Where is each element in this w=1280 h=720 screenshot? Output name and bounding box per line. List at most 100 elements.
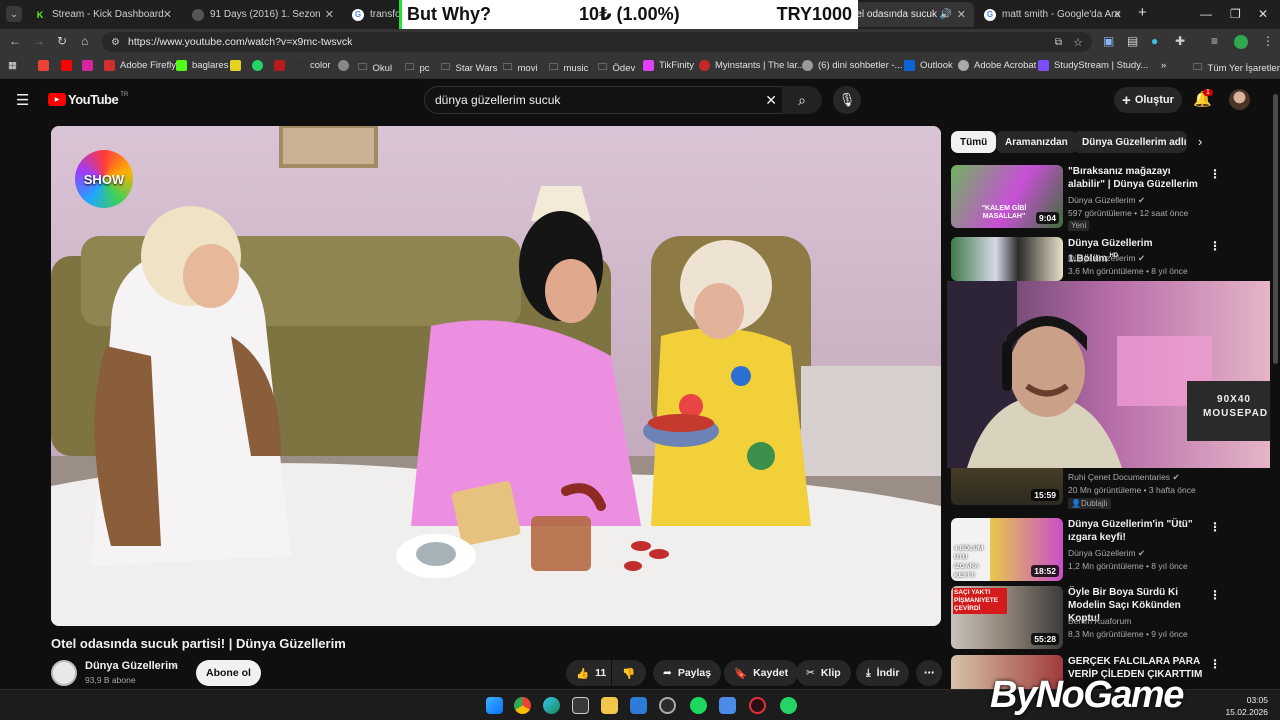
voice-search-button[interactable]: 🎙 bbox=[833, 86, 861, 114]
bookmark-instagram-icon[interactable] bbox=[82, 60, 98, 71]
store-icon[interactable] bbox=[572, 697, 589, 714]
spotify-icon[interactable] bbox=[690, 697, 707, 714]
chrome-icon[interactable] bbox=[514, 697, 531, 714]
account-avatar[interactable] bbox=[1229, 89, 1250, 110]
media-icon[interactable]: ≡ bbox=[1211, 34, 1218, 48]
page-scrollbar[interactable] bbox=[1271, 80, 1280, 689]
valorant-icon[interactable] bbox=[749, 697, 766, 714]
dislike-button[interactable]: 👎 bbox=[612, 660, 646, 686]
channel-avatar[interactable] bbox=[51, 660, 77, 686]
close-icon[interactable]: ✕ bbox=[163, 8, 172, 21]
bookmark-odev[interactable]: 🗀 Ödev bbox=[598, 60, 635, 76]
clip-button[interactable]: ✂ Klip bbox=[796, 660, 851, 686]
speaker-icon[interactable]: 🔊 bbox=[940, 9, 952, 20]
file-explorer-icon[interactable] bbox=[601, 697, 618, 714]
bookmark-movi[interactable]: 🗀 movi bbox=[503, 60, 538, 76]
chip-from-search[interactable]: Aramanızdan bbox=[996, 131, 1077, 153]
close-icon[interactable]: ✕ bbox=[957, 8, 966, 21]
bookmark-baglares[interactable]: baglares bbox=[176, 60, 228, 71]
like-button[interactable]: 👍 11 bbox=[566, 660, 611, 686]
channel-name[interactable]: Dünya Güzellerim bbox=[85, 660, 178, 672]
tab-google-search[interactable]: G matt smith - Google'da Ara ✕ bbox=[976, 2, 1130, 27]
profile-avatar[interactable] bbox=[1234, 35, 1248, 49]
bookmark-pc[interactable]: 🗀 pc bbox=[405, 60, 430, 76]
bookmark-color[interactable]: color bbox=[294, 60, 331, 71]
extensions-puzzle-icon[interactable]: ✚ bbox=[1175, 34, 1185, 48]
bookmarks-overflow-icon[interactable]: » bbox=[1161, 60, 1166, 71]
youtube-logo[interactable]: ▶ YouTube TR bbox=[48, 92, 128, 107]
extension-icon[interactable]: ▤ bbox=[1127, 34, 1138, 48]
tab-91-days[interactable]: 91 Days (2016) 1. Sezon 1. Bölüm ✕ bbox=[184, 2, 342, 27]
bookmark-okul[interactable]: 🗀 Okul bbox=[358, 60, 392, 76]
apps-grid-icon[interactable]: ▦ bbox=[8, 60, 17, 71]
save-button[interactable]: 🔖 Kaydet bbox=[724, 660, 799, 686]
obs-icon[interactable] bbox=[659, 697, 676, 714]
close-icon[interactable]: ✕ bbox=[325, 8, 334, 21]
bookmark-whatsapp-icon[interactable] bbox=[252, 60, 268, 71]
maximize-button[interactable]: ❐ bbox=[1230, 7, 1241, 21]
edge-icon[interactable] bbox=[543, 697, 560, 714]
window-close-button[interactable]: ✕ bbox=[1258, 7, 1268, 21]
more-options-icon[interactable]: ⋮ bbox=[1209, 588, 1221, 602]
bookmark-music[interactable]: 🗀 music bbox=[549, 60, 588, 76]
more-options-icon[interactable]: ⋮ bbox=[1209, 239, 1221, 253]
translate-icon[interactable]: ▣ bbox=[1103, 34, 1114, 48]
more-actions-button[interactable]: ⋯ bbox=[916, 660, 942, 686]
bookmark-tikfinity[interactable]: TikFinity bbox=[643, 60, 694, 71]
bookmark-adobe-firefly[interactable]: Adobe Firefly bbox=[104, 60, 176, 71]
video-thumbnail[interactable] bbox=[951, 237, 1063, 281]
new-tab-button[interactable]: + bbox=[1138, 4, 1147, 21]
share-button[interactable]: ➦ Paylaş bbox=[653, 660, 722, 686]
bookmark-all[interactable]: 🗀 Tüm Yer İşaretleri bbox=[1193, 60, 1280, 76]
chip-all[interactable]: Tümü bbox=[951, 131, 997, 153]
back-icon[interactable]: ← bbox=[9, 34, 21, 48]
bookmark-adobe-acrobat[interactable]: Adobe Acrobat bbox=[958, 60, 1036, 71]
tab-transform[interactable]: G transform bbox=[344, 2, 400, 27]
bookmark-star-wars[interactable]: 🗀 Star Wars bbox=[441, 60, 497, 76]
forward-icon[interactable]: → bbox=[33, 34, 45, 48]
clear-search-icon[interactable]: ✕ bbox=[765, 92, 777, 109]
site-info-icon[interactable]: ⚙ bbox=[111, 37, 120, 48]
more-options-icon[interactable]: ⋮ bbox=[1209, 657, 1221, 671]
search-button[interactable]: ⌕ bbox=[782, 86, 822, 114]
home-icon[interactable]: ⌂ bbox=[81, 34, 88, 48]
address-bar[interactable]: ⚙ https://www.youtube.com/watch?v=x9mc-t… bbox=[102, 32, 1092, 52]
app-icon[interactable] bbox=[719, 697, 736, 714]
video-thumbnail[interactable]: 4.BÖLÜM ÜTÜ IZGARA KEYFİ! 18:52 bbox=[951, 518, 1063, 581]
bookmark-studystream[interactable]: StudyStream | Study... bbox=[1038, 60, 1148, 71]
windows-start-icon[interactable] bbox=[486, 697, 503, 714]
extension-icon[interactable]: ● bbox=[1151, 34, 1158, 48]
menu-kebab-icon[interactable]: ⋮ bbox=[1262, 34, 1274, 48]
bookmark-dini-sohbetler[interactable]: (6) dini sohbetler -... bbox=[802, 60, 902, 71]
bookmark-gmail-icon[interactable] bbox=[38, 60, 54, 71]
scrollbar-thumb[interactable] bbox=[1273, 94, 1278, 364]
video-thumbnail[interactable]: SAÇI YAKTI PİŞMANIYETE ÇEVİRDİ 55:28 bbox=[951, 586, 1063, 649]
more-options-icon[interactable]: ⋮ bbox=[1209, 167, 1221, 181]
chip-channel[interactable]: Dünya Güzellerim adlı yü bbox=[1073, 131, 1187, 153]
bookmark-s-icon[interactable] bbox=[230, 60, 246, 71]
subscribe-button[interactable]: Abone ol bbox=[196, 660, 261, 686]
recommended-video[interactable]: SAÇI YAKTI PİŞMANIYETE ÇEVİRDİ 55:28 Öyl… bbox=[951, 586, 1261, 650]
tab-search-icon[interactable]: ⌄ bbox=[6, 6, 22, 22]
bookmark-star-icon[interactable]: ☆ bbox=[1073, 36, 1083, 49]
search-input[interactable]: dünya güzellerim sucuk ✕ bbox=[424, 86, 786, 114]
recommended-video[interactable]: 4.BÖLÜM ÜTÜ IZGARA KEYFİ! 18:52 Dünya Gü… bbox=[951, 518, 1261, 582]
minimize-button[interactable]: — bbox=[1200, 7, 1212, 21]
tab-kick-dashboard[interactable]: K Stream - Kick Dashboard ✕ bbox=[26, 2, 180, 27]
reload-icon[interactable]: ↻ bbox=[57, 34, 67, 48]
bookmark-myinstants[interactable]: Myinstants | The lar... bbox=[699, 60, 805, 71]
close-icon[interactable]: ✕ bbox=[1113, 8, 1122, 21]
system-clock[interactable]: 03:05 15.02.2026 bbox=[1225, 694, 1268, 718]
bookmark-red-icon[interactable] bbox=[274, 60, 290, 71]
bookmark-outlook[interactable]: Outlook bbox=[904, 60, 953, 71]
hamburger-menu-icon[interactable]: ☰ bbox=[16, 91, 29, 109]
photos-icon[interactable] bbox=[630, 697, 647, 714]
whatsapp-icon[interactable] bbox=[780, 697, 797, 714]
globe-icon[interactable] bbox=[338, 60, 354, 71]
video-player[interactable]: SHOW bbox=[51, 126, 941, 626]
create-button[interactable]: + Oluştur bbox=[1114, 87, 1182, 113]
tab-youtube-active[interactable]: otel odasında sucuk partisi 🔊 ✕ bbox=[844, 2, 974, 27]
video-thumbnail[interactable]: "KALEM GİBİ MASALLAH" 9:04 bbox=[951, 165, 1063, 228]
bookmark-youtube-icon[interactable] bbox=[61, 60, 77, 71]
chevron-right-icon[interactable]: › bbox=[1198, 134, 1202, 149]
